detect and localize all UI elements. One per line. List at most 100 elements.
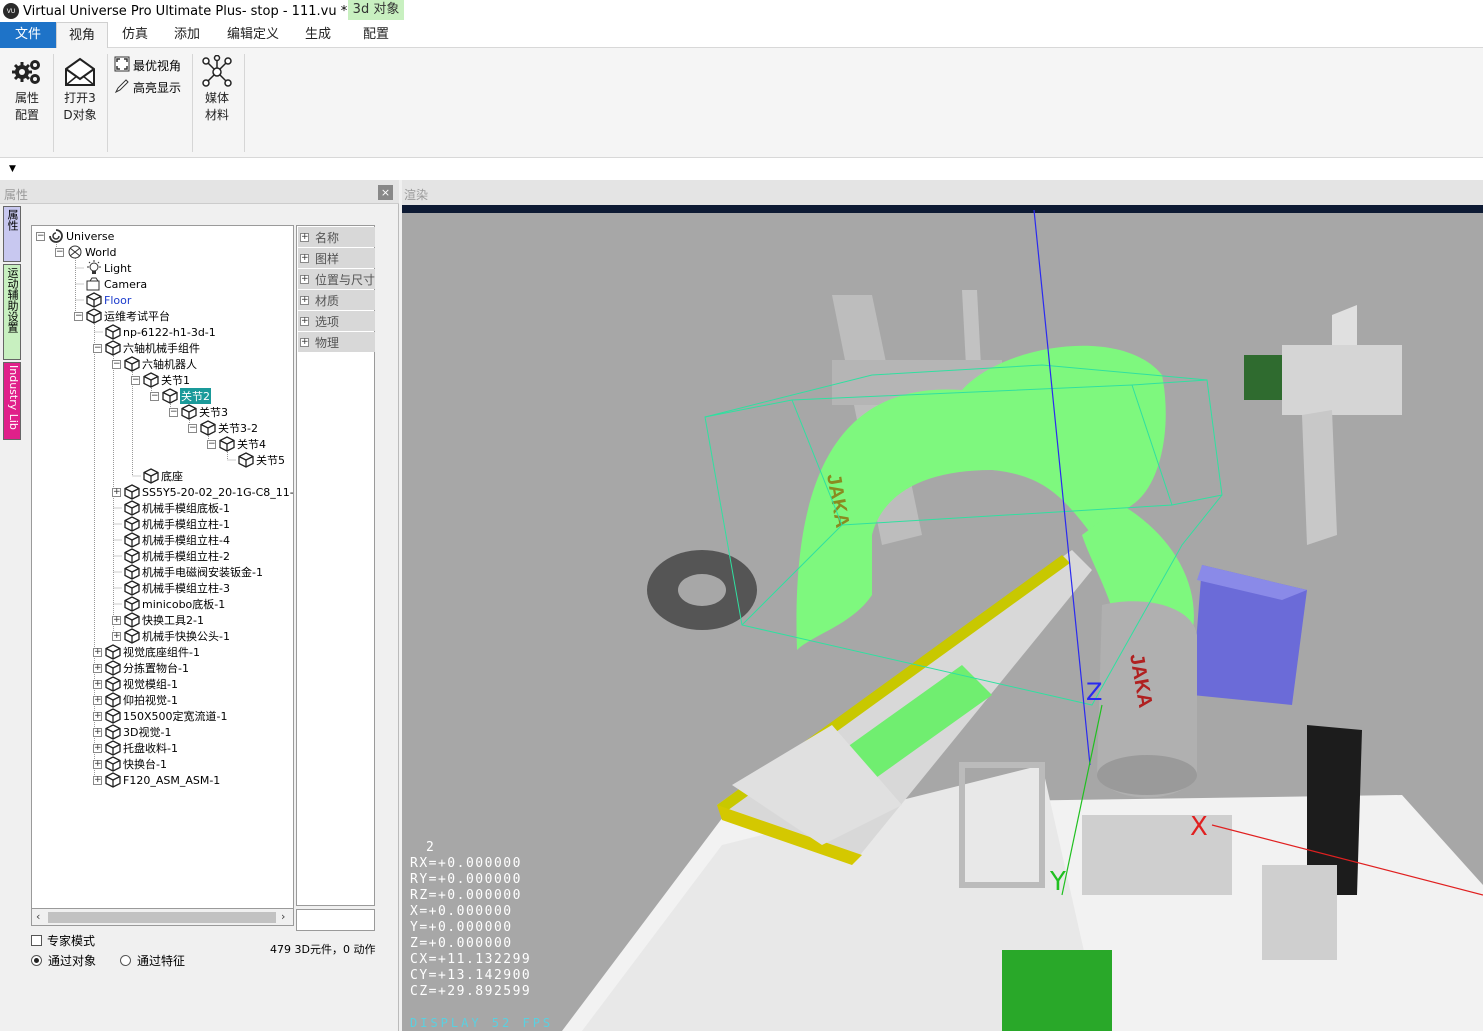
tree-node[interactable]: − World [55, 244, 117, 260]
best-view-button[interactable]: 最优视角 [114, 56, 181, 75]
collapse-icon[interactable]: − [131, 375, 140, 385]
category-label: 名称 [315, 230, 340, 245]
media-material-button[interactable]: 媒体 材料 [196, 54, 238, 124]
expand-icon[interactable]: + [93, 759, 102, 769]
radio-circle[interactable] [31, 955, 42, 966]
tree-node[interactable]: Floor [74, 292, 131, 308]
close-icon[interactable]: × [378, 185, 393, 200]
tree-node[interactable]: + 快换工具2-1 [112, 612, 204, 628]
tree-node[interactable]: + 分拣置物台-1 [93, 660, 189, 676]
tree-node[interactable]: + 视觉底座组件-1 [93, 644, 200, 660]
category-physics[interactable]: + 物理 [298, 332, 375, 352]
expand-icon[interactable]: + [112, 615, 121, 625]
tree-node[interactable]: +3D视觉-1 [93, 724, 171, 740]
object-tree[interactable]: − Universe − World Light Camera Floor − 运维考试平台 np… [31, 225, 294, 909]
tree-node[interactable]: − 关节2 [150, 388, 211, 404]
scroll-thumb[interactable] [48, 912, 276, 923]
expand-icon[interactable]: + [93, 647, 102, 657]
expand-icon[interactable]: + [93, 727, 102, 737]
collapse-icon[interactable]: − [55, 247, 64, 257]
tree-node[interactable]: np-6122-h1-3d-1 [93, 324, 216, 340]
scroll-right-icon[interactable]: › [281, 910, 285, 923]
tree-node[interactable]: 关节5 [226, 452, 285, 468]
tree-node[interactable]: Light [74, 260, 131, 276]
expand-icon[interactable]: + [93, 695, 102, 705]
category-material[interactable]: + 材质 [298, 290, 375, 310]
tree-horizontal-scrollbar[interactable]: ‹ › [31, 909, 294, 926]
tree-node[interactable]: − 关节1 [131, 372, 190, 388]
expand-icon[interactable]: + [93, 663, 102, 673]
tree-node[interactable]: minicobo底板-1 [112, 596, 225, 612]
tree-node[interactable]: 机械手模组底板-1 [112, 500, 230, 516]
category-label: 位置与尺寸 [315, 272, 376, 287]
collapse-icon[interactable]: − [150, 391, 159, 401]
side-tab-properties[interactable]: 属性 [3, 206, 21, 262]
expert-mode-checkbox[interactable]: 专家模式 [31, 932, 95, 949]
tree-node[interactable]: +150X500定宽流道-1 [93, 708, 228, 724]
collapse-icon[interactable]: − [93, 343, 102, 353]
side-tab-motion-assist[interactable]: 运动辅助设置 [3, 264, 21, 360]
tree-node[interactable]: 机械手模组立柱-4 [112, 532, 230, 548]
expand-icon[interactable]: + [93, 775, 102, 785]
expand-icon[interactable]: + [93, 711, 102, 721]
props-config-button[interactable]: 属性 配置 [6, 54, 48, 124]
category-pattern[interactable]: + 图样 [298, 248, 375, 268]
3d-scene[interactable]: JAKA JAKA Z X Y [402, 205, 1483, 1031]
expand-icon[interactable]: + [112, 487, 121, 497]
ribbon: 属性 配置 打开3 D对象 最优视角 高亮显示 媒体 材料 [0, 48, 1483, 158]
expand-icon[interactable]: + [93, 679, 102, 689]
tree-node[interactable]: 机械手模组立柱-1 [112, 516, 230, 532]
render-viewport[interactable]: 渲染 JAKA JAKA Z X Y 2 RX=+0.000000 RY=+0.… [402, 180, 1483, 1031]
context-tab-3d-object[interactable]: 3d 对象 [348, 0, 404, 20]
qat-dropdown-icon[interactable]: ▼ [9, 164, 16, 174]
tree-node[interactable]: − 六轴机械手组件 [93, 340, 200, 356]
tree-node[interactable]: + F120_ASM_ASM-1 [93, 772, 220, 788]
tree-node[interactable]: − 运维考试平台 [74, 308, 170, 324]
expand-icon[interactable]: + [93, 743, 102, 753]
tree-node[interactable]: + 视觉模组-1 [93, 676, 178, 692]
tab-add[interactable]: 添加 [162, 22, 212, 48]
highlight-button[interactable]: 高亮显示 [114, 78, 181, 97]
category-position-size[interactable]: + 位置与尺寸 [298, 269, 375, 289]
tab-file[interactable]: 文件 [0, 22, 56, 48]
radio-by-object[interactable]: 通过对象 [31, 952, 96, 969]
category-name[interactable]: + 名称 [298, 227, 375, 247]
tree-node[interactable]: 机械手模组立柱-2 [112, 548, 230, 564]
tab-edit-definition[interactable]: 编辑定义 [218, 22, 288, 48]
tree-node[interactable]: + SS5Y5-20-02_20-1G-C8_11-1 [112, 484, 293, 500]
side-tab-industry-lib[interactable]: Industry Lib [3, 362, 21, 440]
scroll-left-icon[interactable]: ‹ [36, 910, 40, 923]
tree-node[interactable]: Camera [74, 276, 147, 292]
tree-node[interactable]: − 关节3-2 [188, 420, 258, 436]
radio-circle[interactable] [120, 955, 131, 966]
collapse-icon[interactable]: − [36, 231, 45, 241]
tab-simulation[interactable]: 仿真 [110, 22, 160, 48]
tree-node[interactable]: 机械手电磁阀安装钣金-1 [112, 564, 263, 580]
radio-by-feature[interactable]: 通过特征 [120, 952, 185, 969]
checkbox-box[interactable] [31, 935, 42, 946]
tree-node[interactable]: + 快换台-1 [93, 756, 167, 772]
category-options[interactable]: + 选项 [298, 311, 375, 331]
coordinates-readout: 2 RX=+0.000000 RY=+0.000000 RZ=+0.000000 X=+… [410, 840, 531, 1000]
tree-node[interactable]: − 关节3 [169, 404, 228, 420]
tree-node[interactable]: − 关节4 [207, 436, 266, 452]
collapse-icon[interactable]: − [112, 359, 121, 369]
fps-counter: DISPLAY 52 FPS [410, 1016, 554, 1030]
network-nodes-icon [196, 54, 238, 90]
tab-view[interactable]: 视角 [56, 22, 108, 48]
tree-node[interactable]: + 机械手快换公头-1 [112, 628, 230, 644]
open-3d-object-button[interactable]: 打开3 D对象 [58, 54, 102, 124]
tree-node[interactable]: 机械手模组立柱-3 [112, 580, 230, 596]
collapse-icon[interactable]: − [188, 423, 197, 433]
expand-icon[interactable]: + [112, 631, 121, 641]
tab-generate[interactable]: 生成 [292, 22, 344, 48]
collapse-icon[interactable]: − [207, 439, 216, 449]
tree-node[interactable]: − Universe [36, 228, 114, 244]
tree-node[interactable]: + 托盘收料-1 [93, 740, 178, 756]
tab-config[interactable]: 配置 [348, 22, 404, 48]
tree-node[interactable]: 底座 [131, 468, 183, 484]
collapse-icon[interactable]: − [74, 311, 83, 321]
tree-node[interactable]: + 仰拍视觉-1 [93, 692, 178, 708]
collapse-icon[interactable]: − [169, 407, 178, 417]
tree-node[interactable]: − 六轴机器人 [112, 356, 197, 372]
